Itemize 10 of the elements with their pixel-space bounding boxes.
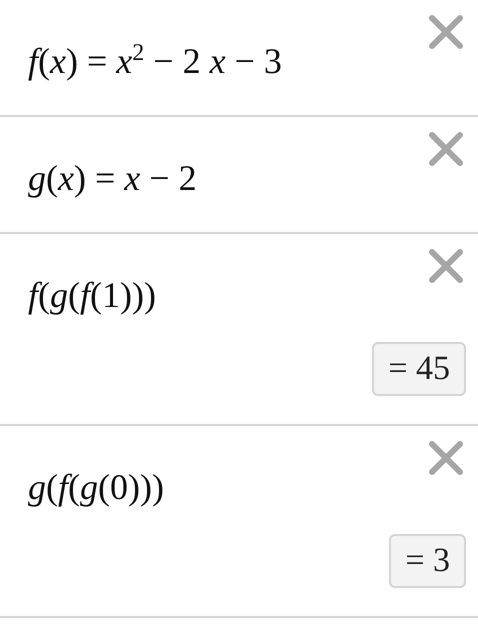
close-icon[interactable] [428,14,464,50]
math-expression[interactable]: g(x) = x − 2 [28,157,197,199]
math-expression[interactable]: f(g(f(1))) [28,274,156,316]
math-expression[interactable]: f(x) = x$^{2}$ − 2 x − 3 [28,40,282,82]
evaluation-result: = 3 [389,534,466,588]
evaluation-result: = 45 [372,342,466,396]
close-icon[interactable] [428,440,464,476]
math-expression[interactable]: g(f(g(0))) [28,466,164,508]
close-icon[interactable] [428,248,464,284]
close-icon[interactable] [428,131,464,167]
